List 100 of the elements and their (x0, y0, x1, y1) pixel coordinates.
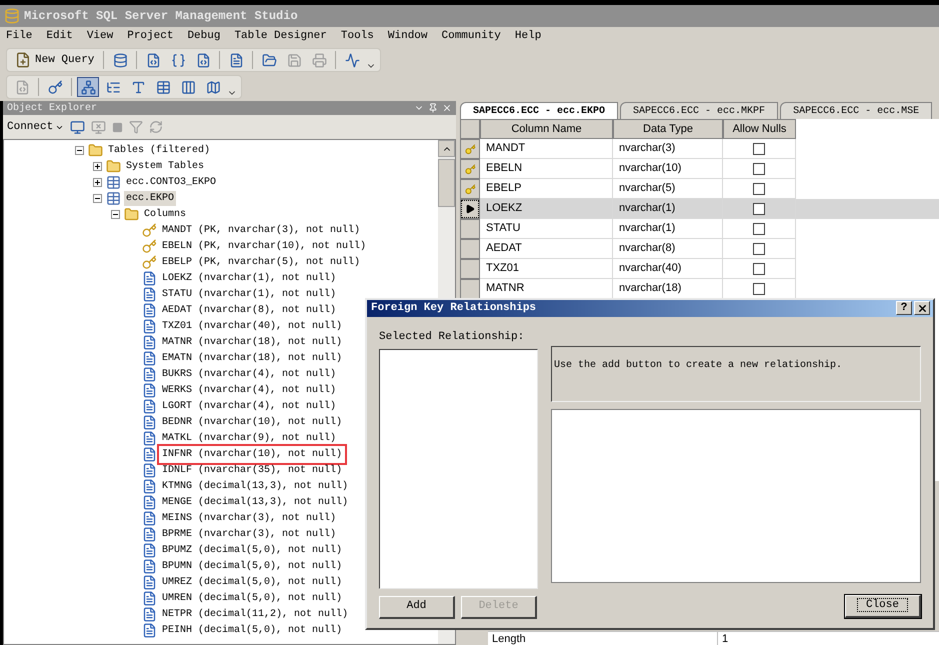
tree-item[interactable]: WERKS (nvarchar(4), not null) (160, 382, 338, 398)
connect-button[interactable]: Connect (7, 118, 64, 136)
close-icon (916, 302, 928, 314)
tree-item[interactable]: UMREN (decimal(5,0), not null) (160, 590, 344, 606)
table-cell[interactable]: AEDAT (480, 239, 613, 259)
table-cell[interactable]: nvarchar(1) (613, 199, 723, 219)
column-icon (142, 510, 157, 526)
tree-item[interactable]: UMREZ (decimal(5,0), not null) (160, 574, 344, 590)
menu-item[interactable]: File (6, 28, 32, 45)
allow-nulls-checkbox[interactable] (753, 242, 765, 254)
tree-item[interactable]: MENGE (decimal(13,3), not null) (160, 494, 350, 510)
table-cell[interactable]: TXZ01 (480, 259, 613, 279)
allow-nulls-checkbox[interactable] (753, 282, 765, 294)
tree-item[interactable]: STATU (nvarchar(1), not null) (160, 286, 338, 302)
collapse-toggle[interactable] (74, 146, 84, 154)
column-icon (142, 430, 157, 446)
table-cell[interactable]: STATU (480, 219, 613, 239)
table-icon (106, 190, 121, 206)
menu-item[interactable]: Community (442, 28, 501, 45)
expand-toggle[interactable] (92, 178, 102, 186)
tree-item[interactable]: LGORT (nvarchar(4), not null) (160, 398, 338, 414)
dialog-button[interactable]: Close (845, 594, 921, 618)
relationships-button[interactable] (77, 77, 99, 97)
menu-item[interactable]: Help (514, 28, 542, 45)
tree-item[interactable]: EBELN (PK, nvarchar(10), not null) (160, 238, 368, 254)
app-icon (4, 8, 20, 24)
tree-item[interactable]: KTMNG (decimal(13,3), not null) (160, 478, 350, 494)
table-cell[interactable]: nvarchar(3) (613, 139, 723, 159)
allow-nulls-checkbox[interactable] (753, 182, 765, 194)
connect-icon[interactable] (70, 120, 86, 134)
table-cell[interactable]: nvarchar(40) (613, 259, 723, 279)
column-header[interactable]: Column Name (480, 119, 613, 139)
scrollbar-thumb[interactable] (438, 159, 455, 207)
tree-item[interactable]: Tables (filtered) (106, 142, 212, 158)
column-icon (142, 606, 157, 622)
tree-item[interactable]: MEINS (nvarchar(3), not null) (160, 510, 338, 526)
folder-icon (88, 142, 103, 158)
menu-item[interactable]: Debug (187, 28, 220, 45)
table-cell[interactable]: nvarchar(1) (613, 219, 723, 239)
allow-nulls-checkbox[interactable] (753, 162, 765, 174)
table-cell[interactable]: MANDT (480, 139, 613, 159)
new-query-button[interactable]: New Query (11, 50, 98, 70)
tree-item[interactable]: INFNR (nvarchar(10), not null) (160, 446, 344, 462)
column-icon (142, 414, 157, 430)
table-cell[interactable]: nvarchar(10) (613, 159, 723, 179)
document-tab[interactable]: SAPECC6.ECC - ecc.EKPO (460, 102, 618, 119)
tree-item[interactable]: NETPR (decimal(11,2), not null) (160, 606, 350, 622)
menu-item[interactable]: View (86, 28, 114, 45)
close-button[interactable] (914, 301, 930, 316)
help-button[interactable]: ? (896, 301, 912, 316)
close-icon[interactable] (442, 103, 452, 113)
tree-item[interactable]: MATKL (nvarchar(9), not null) (160, 430, 338, 446)
row-selector[interactable] (460, 199, 480, 219)
property-name: Length (488, 632, 718, 645)
table-cell[interactable]: nvarchar(8) (613, 239, 723, 259)
header-corner (460, 119, 480, 139)
column-icon (142, 622, 157, 638)
tree-item[interactable]: EBELP (PK, nvarchar(5), not null) (160, 254, 362, 270)
document-tab[interactable]: SAPECC6.ECC - ecc.MSE (780, 102, 932, 119)
folder-icon (106, 158, 121, 174)
column-icon (142, 270, 157, 286)
menu-item[interactable]: Edit (46, 28, 73, 45)
tree-item[interactable]: BPRME (nvarchar(3), not null) (160, 526, 338, 542)
table-cell[interactable]: EBELN (480, 159, 613, 179)
table-cell[interactable]: LOEKZ (480, 199, 613, 219)
column-header[interactable]: Data Type (613, 119, 723, 139)
menu-item[interactable]: Table Designer (234, 28, 327, 45)
tree-item[interactable]: BUKRS (nvarchar(4), not null) (160, 366, 338, 382)
column-icon (142, 542, 157, 558)
tree-item[interactable]: System Tables (124, 158, 206, 174)
allow-nulls-checkbox[interactable] (753, 202, 765, 214)
tree-item[interactable]: TXZ01 (nvarchar(40), not null) (160, 318, 344, 334)
dialog-button[interactable]: Add (379, 596, 455, 618)
tree-item[interactable]: BEDNR (nvarchar(10), not null) (160, 414, 344, 430)
allow-nulls-checkbox[interactable] (753, 262, 765, 274)
tree-item[interactable]: IDNLF (nvarchar(35), not null) (160, 462, 344, 478)
column-header[interactable]: Allow Nulls (723, 119, 796, 139)
menu-item[interactable]: Tools (340, 28, 374, 45)
allow-nulls-checkbox[interactable] (753, 142, 765, 154)
tree-item[interactable]: BPUMN (decimal(5,0), not null) (160, 558, 344, 574)
tree-item[interactable]: ecc.CONTO3_EKPO (124, 174, 218, 190)
expand-toggle[interactable] (92, 162, 102, 170)
allow-nulls-checkbox[interactable] (753, 222, 765, 234)
collapse-toggle[interactable] (110, 210, 120, 218)
menu-item[interactable]: Window (388, 28, 428, 45)
tree-item[interactable]: ecc.EKPO (124, 190, 176, 206)
tree-item[interactable]: LOEKZ (nvarchar(1), not null) (160, 270, 338, 286)
tree-item[interactable]: PEINH (decimal(5,0), not null) (160, 622, 344, 638)
tree-item[interactable]: BPUMZ (decimal(5,0), not null) (160, 542, 344, 558)
tree-item[interactable]: AEDAT (nvarchar(8), not null) (160, 302, 338, 318)
document-tab[interactable]: SAPECC6.ECC - ecc.MKPF (620, 102, 778, 119)
collapse-toggle[interactable] (92, 194, 102, 202)
menu-item[interactable]: Project (127, 28, 174, 45)
tree-item[interactable]: MATNR (nvarchar(18), not null) (160, 334, 344, 350)
dialog-title: Foreign Key Relationships (371, 301, 536, 316)
pin-icon[interactable] (428, 103, 438, 113)
tree-item[interactable]: EMATN (nvarchar(18), not null) (160, 350, 344, 366)
column-icon (142, 366, 157, 382)
tree-item[interactable]: MANDT (PK, nvarchar(3), not null) (160, 222, 362, 238)
tree-item[interactable]: Columns (142, 206, 188, 222)
